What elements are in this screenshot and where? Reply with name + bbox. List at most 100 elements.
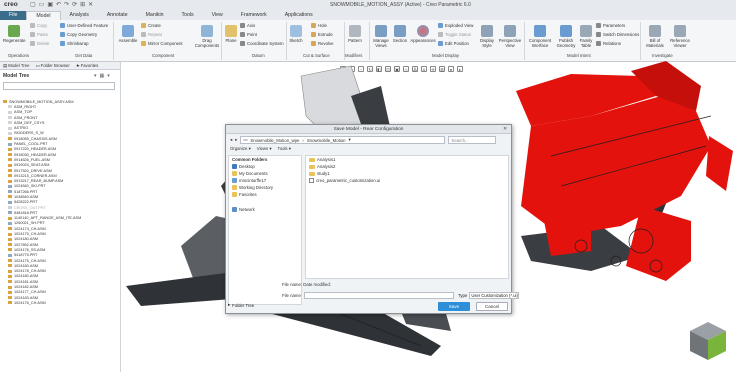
copy-button[interactable]: Copy: [30, 23, 47, 28]
close-window-icon[interactable]: ✕: [88, 1, 93, 8]
assemble-button[interactable]: Assemble: [116, 25, 140, 43]
views-button[interactable]: Views ▾: [257, 146, 272, 152]
mirror-component-button[interactable]: Mirror Component: [141, 41, 183, 46]
regenerate-icon[interactable]: ⟳: [72, 1, 77, 8]
view-cube-icon[interactable]: [688, 320, 728, 362]
forward-icon[interactable]: ▸: [235, 137, 237, 143]
component-interface-button[interactable]: Component Interface: [527, 25, 553, 48]
tab-folder-browser[interactable]: ▭ Folder Browser: [36, 63, 70, 69]
tree-search-input[interactable]: [3, 82, 115, 90]
file-item[interactable]: Analysis1: [306, 156, 508, 163]
axis-button[interactable]: Axis: [240, 23, 255, 28]
switch-dimensions-button[interactable]: Switch Dimensions: [596, 32, 639, 37]
tab-applications[interactable]: Applications: [276, 11, 322, 20]
new-icon[interactable]: ▢: [30, 1, 36, 8]
tree-item-label: 0913217_REAR_BUMP.ASM: [14, 179, 64, 184]
regenerate-button[interactable]: Regenerate: [3, 25, 25, 43]
desktop-link[interactable]: Desktop: [229, 163, 301, 170]
open-icon[interactable]: ▭: [39, 1, 45, 8]
assembly-icon: [8, 296, 12, 300]
copy-geometry-button[interactable]: Copy Geometry: [60, 32, 97, 37]
group-get-data[interactable]: Get Data: [75, 53, 92, 58]
drag-components-button[interactable]: Drag Components: [193, 25, 221, 48]
tree-item[interactable]: 1024176_CH.ASM: [3, 300, 119, 305]
repeat-button[interactable]: Repeat: [141, 32, 162, 37]
file-info: File name: Date modified:: [282, 282, 331, 287]
file-icon: [309, 178, 314, 183]
save-icon[interactable]: ▣: [47, 1, 53, 8]
file-item[interactable]: study1: [306, 170, 508, 177]
sketch-button[interactable]: Sketch: [288, 25, 304, 43]
perspective-view-button[interactable]: Perspective View: [498, 25, 522, 48]
folder-tree-toggle[interactable]: ▸ Folder Tree: [228, 302, 254, 308]
point-button[interactable]: Point: [240, 32, 257, 37]
file-name-input[interactable]: [303, 292, 454, 299]
type-select[interactable]: User Customization (*.ui): [469, 292, 520, 299]
paste-button[interactable]: Paste: [30, 32, 48, 37]
edit-position-button[interactable]: Edit Position: [438, 41, 469, 46]
organize-button[interactable]: Organize ▾: [230, 146, 251, 152]
shrinkwrap-icon: [60, 41, 65, 46]
section-button[interactable]: Section: [392, 25, 408, 43]
tree-settings-icon[interactable]: ▾: [94, 73, 97, 79]
publish-geometry-button[interactable]: Publish Geometry: [555, 25, 577, 48]
csys-button[interactable]: Coordinate System: [240, 41, 284, 46]
user-folder-link[interactable]: mmcinturffe17: [229, 177, 301, 184]
back-icon[interactable]: ◂: [230, 137, 232, 143]
create-button[interactable]: Create: [141, 23, 161, 28]
group-operations[interactable]: Operations: [8, 53, 29, 58]
tab-annotate[interactable]: Annotate: [98, 11, 137, 20]
path-segment[interactable]: Snowmobile_Motion: [307, 138, 346, 143]
assembly-icon: [8, 169, 12, 172]
working-directory-link[interactable]: Working Directory: [229, 184, 301, 191]
exploded-view-button[interactable]: Exploded View: [438, 23, 473, 28]
reference-viewer-button[interactable]: Reference Viewer: [668, 25, 692, 48]
pattern-button[interactable]: Pattern: [346, 25, 364, 43]
file-item[interactable]: Analysis2: [306, 163, 508, 170]
toggle-status-button[interactable]: Toggle Status: [438, 32, 471, 37]
udf-button[interactable]: User-Defined Feature: [60, 23, 108, 28]
plane-button[interactable]: Plane: [224, 25, 238, 43]
tree-item-label: ASM_FRONT: [14, 115, 38, 120]
delete-button[interactable]: Delete: [30, 41, 49, 46]
display-style-button[interactable]: Display Style: [478, 25, 496, 48]
tab-tools[interactable]: Tools: [173, 11, 203, 20]
extrude-button[interactable]: Extrude: [311, 32, 333, 37]
tree-columns-icon[interactable]: ▦: [100, 73, 105, 79]
manage-views-button[interactable]: Manage Views: [372, 25, 390, 48]
tree-show-icon[interactable]: ▾: [107, 73, 110, 79]
revolve-button[interactable]: Revolve: [311, 41, 334, 46]
tab-model-tree[interactable]: ▤ Model Tree: [3, 63, 30, 69]
network-link[interactable]: Network: [229, 206, 301, 213]
undo-icon[interactable]: ↶: [56, 1, 61, 8]
family-table-button[interactable]: Family Table: [578, 25, 594, 48]
hole-button[interactable]: Hole: [311, 23, 327, 28]
tab-favorites[interactable]: ★ Favorites: [76, 63, 99, 69]
windows-icon[interactable]: ⊞: [80, 1, 85, 8]
tab-framework[interactable]: Framework: [232, 11, 276, 20]
tab-analysis[interactable]: Analysis: [61, 11, 98, 20]
parameters-button[interactable]: Parameters: [596, 23, 625, 28]
search-input[interactable]: Search...: [448, 136, 497, 144]
tab-manikin[interactable]: Manikin: [137, 11, 173, 20]
tab-view[interactable]: View: [203, 11, 232, 20]
shrinkwrap-button[interactable]: Shrinkwrap: [60, 41, 89, 46]
appearances-button[interactable]: Appearances: [410, 25, 436, 43]
cancel-button[interactable]: Cancel: [476, 302, 508, 311]
assembly-icon: [3, 100, 7, 104]
save-button[interactable]: Save: [438, 302, 470, 311]
relations-button[interactable]: Relations: [596, 41, 621, 46]
favorites-link[interactable]: Favorites: [229, 191, 301, 198]
file-item[interactable]: creo_parametric_customization.ui: [306, 177, 508, 184]
tab-file[interactable]: File: [0, 11, 27, 20]
bom-button[interactable]: Bill of Materials: [644, 25, 666, 48]
tools-button[interactable]: Tools ▾: [278, 146, 291, 152]
my-documents-link[interactable]: My Documents: [229, 170, 301, 177]
path-segment[interactable]: Snowmobile_Motion_wpe: [250, 138, 299, 143]
close-icon[interactable]: ✕: [503, 126, 507, 132]
redo-icon[interactable]: ↷: [64, 1, 69, 8]
chevron-down-icon[interactable]: ▾: [349, 137, 351, 143]
path-field[interactable]: ▭ Snowmobile_Motion_wpe › Snowmobile_Mot…: [240, 136, 446, 144]
tab-model[interactable]: Model: [26, 11, 61, 20]
assembly-icon: [8, 248, 12, 252]
